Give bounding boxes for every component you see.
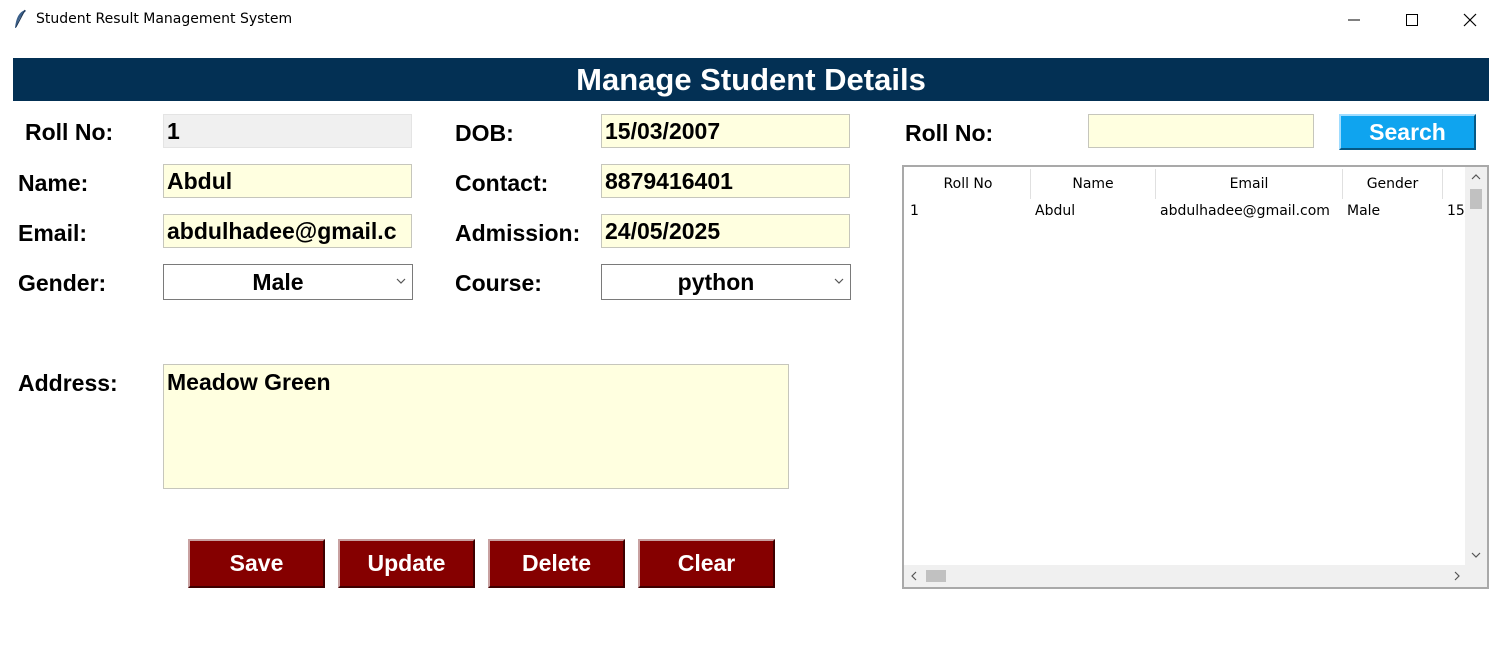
- chevron-right-icon[interactable]: [1454, 571, 1461, 581]
- table-header: Roll No Name Email Gender: [906, 169, 1465, 199]
- window-titlebar: Student Result Management System: [0, 0, 1501, 40]
- search-roll-no-label: Roll No:: [905, 120, 994, 146]
- horizontal-scrollbar[interactable]: [904, 565, 1467, 587]
- email-label: Email:: [18, 220, 88, 246]
- column-header-name[interactable]: Name: [1031, 169, 1156, 199]
- search-button[interactable]: Search: [1339, 114, 1476, 150]
- contact-label: Contact:: [455, 170, 549, 196]
- minimize-icon: [1348, 19, 1360, 21]
- name-label: Name:: [18, 170, 89, 196]
- search-roll-no-input[interactable]: [1088, 114, 1314, 148]
- gender-value: Male: [252, 269, 304, 295]
- course-value: python: [677, 269, 755, 295]
- column-header-extra[interactable]: [1443, 169, 1467, 199]
- admission-field[interactable]: 24/05/2025: [601, 214, 850, 248]
- name-field[interactable]: Abdul: [163, 164, 412, 198]
- save-button[interactable]: Save: [188, 539, 325, 588]
- cell-gender: Male: [1347, 203, 1381, 219]
- dob-label: DOB:: [455, 120, 514, 146]
- feather-icon: [15, 9, 26, 28]
- window-title: Student Result Management System: [36, 11, 293, 27]
- column-header-roll-no[interactable]: Roll No: [906, 169, 1031, 199]
- scrollbar-corner: [1465, 565, 1487, 587]
- cell-email: abdulhadee@gmail.com: [1160, 203, 1330, 219]
- admission-label: Admission:: [455, 220, 581, 246]
- roll-no-label: Roll No:: [25, 119, 114, 145]
- course-select[interactable]: python: [601, 264, 851, 300]
- cell-name: Abdul: [1035, 203, 1076, 219]
- clear-button[interactable]: Clear: [638, 539, 775, 588]
- close-button[interactable]: [1441, 0, 1499, 40]
- close-icon: [1463, 13, 1477, 27]
- chevron-left-icon[interactable]: [910, 571, 917, 581]
- delete-button[interactable]: Delete: [488, 539, 625, 588]
- column-header-gender[interactable]: Gender: [1343, 169, 1443, 199]
- maximize-icon: [1406, 14, 1418, 26]
- gender-select[interactable]: Male: [163, 264, 413, 300]
- email-field[interactable]: abdulhadee@gmail.c: [163, 214, 412, 248]
- address-textarea[interactable]: Meadow Green: [163, 364, 789, 489]
- roll-no-field[interactable]: 1: [163, 114, 412, 148]
- update-button[interactable]: Update: [338, 539, 475, 588]
- chevron-up-icon[interactable]: [1471, 173, 1481, 180]
- vertical-scroll-thumb[interactable]: [1470, 189, 1482, 209]
- cell-dob: 15/: [1447, 203, 1465, 219]
- page-title: Manage Student Details: [13, 58, 1489, 101]
- chevron-down-icon[interactable]: [1471, 552, 1481, 559]
- cell-roll-no: 1: [910, 203, 919, 219]
- column-header-email[interactable]: Email: [1156, 169, 1343, 199]
- dob-field[interactable]: 15/03/2007: [601, 114, 850, 148]
- chevron-down-icon: [396, 278, 406, 284]
- chevron-down-icon: [834, 278, 844, 284]
- student-table[interactable]: Roll No Name Email Gender 1 Abdul abdulh…: [902, 165, 1489, 589]
- gender-label: Gender:: [18, 270, 107, 296]
- contact-field[interactable]: 8879416401: [601, 164, 850, 198]
- maximize-button[interactable]: [1383, 0, 1441, 40]
- vertical-scrollbar[interactable]: [1465, 167, 1487, 565]
- course-label: Course:: [455, 270, 542, 296]
- horizontal-scroll-thumb[interactable]: [926, 570, 946, 582]
- minimize-button[interactable]: [1325, 0, 1383, 40]
- address-label: Address:: [18, 370, 118, 396]
